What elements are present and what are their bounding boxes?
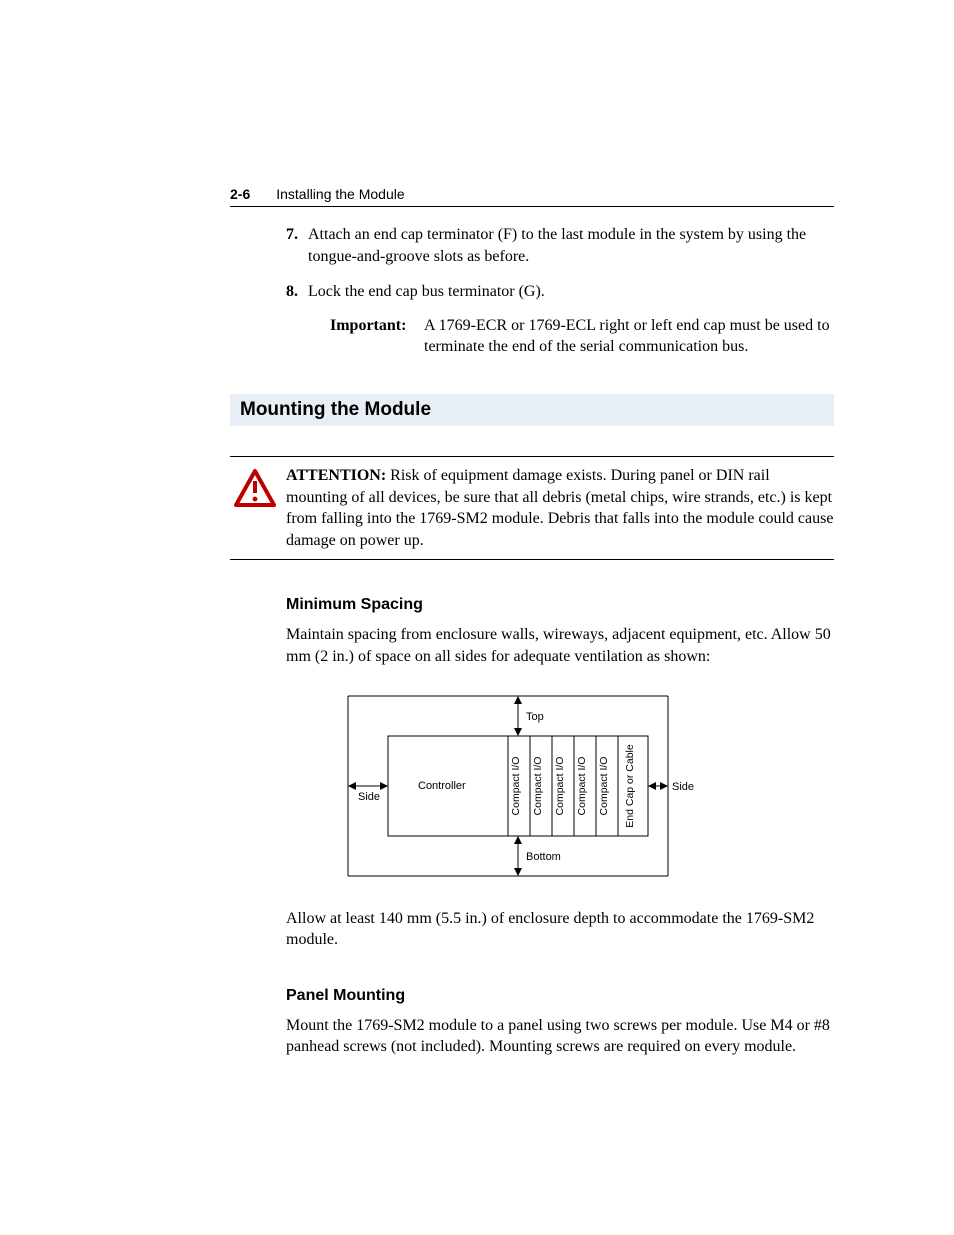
- chapter-title: Installing the Module: [276, 186, 404, 202]
- diagram-top-label: Top: [526, 711, 544, 723]
- diagram-endcap-label: End Cap or Cable: [624, 744, 636, 828]
- spacing-diagram: Top Bottom Side Side Con: [308, 686, 834, 886]
- min-spacing-para1: Maintain spacing from enclosure walls, w…: [286, 624, 834, 667]
- step-text: Lock the end cap bus terminator (G). Imp…: [308, 281, 834, 358]
- step-8-text: Lock the end cap bus terminator (G).: [308, 281, 834, 303]
- step-8: 8. Lock the end cap bus terminator (G). …: [286, 281, 834, 358]
- step-number: 8.: [286, 281, 308, 358]
- step-7: 7. Attach an end cap terminator (F) to t…: [286, 224, 834, 267]
- panel-mounting-para: Mount the 1769-SM2 module to a panel usi…: [286, 1015, 834, 1058]
- important-note: Important: A 1769-ECR or 1769-ECL right …: [330, 315, 834, 358]
- diagram-side-left-label: Side: [358, 791, 380, 803]
- page-number: 2-6: [230, 186, 250, 202]
- important-text: A 1769-ECR or 1769-ECL right or left end…: [424, 315, 834, 358]
- diagram-side-right-label: Side: [672, 781, 694, 793]
- diagram-io-label: Compact I/O: [510, 756, 522, 815]
- diagram-io-label: Compact I/O: [554, 756, 566, 815]
- attention-label: ATTENTION:: [286, 467, 386, 484]
- diagram-io-label: Compact I/O: [532, 756, 544, 815]
- diagram-io-label: Compact I/O: [598, 756, 610, 815]
- important-label: Important:: [330, 315, 424, 358]
- step-number: 7.: [286, 224, 308, 267]
- diagram-io-label: Compact I/O: [576, 756, 588, 815]
- subhead-panel-mounting: Panel Mounting: [286, 987, 834, 1005]
- min-spacing-para2: Allow at least 140 mm (5.5 in.) of enclo…: [286, 908, 834, 951]
- attention-block: ATTENTION: Risk of equipment damage exis…: [230, 456, 834, 560]
- diagram-bottom-label: Bottom: [526, 851, 561, 863]
- page-header: 2-6 Installing the Module: [230, 186, 834, 207]
- subhead-min-spacing: Minimum Spacing: [286, 596, 834, 614]
- warning-icon: [230, 465, 280, 507]
- section-title-mounting: Mounting the Module: [230, 394, 834, 426]
- diagram-controller-label: Controller: [418, 780, 466, 792]
- step-text: Attach an end cap terminator (F) to the …: [308, 224, 834, 267]
